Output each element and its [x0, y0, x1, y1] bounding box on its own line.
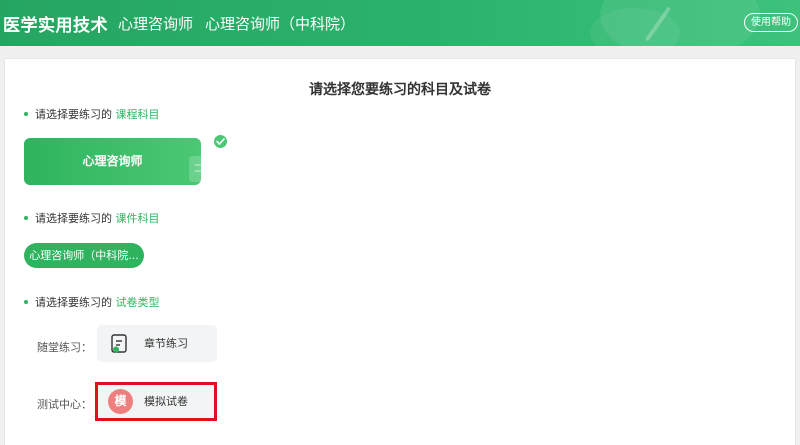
- section-heading-paper-type: 请选择要练习的 试卷类型: [24, 294, 160, 310]
- mock-exam-label: 模拟试卷: [144, 395, 188, 408]
- top-header: 医学实用技术 心理咨询师 心理咨询师（中科院） 使用帮助: [0, 0, 800, 46]
- selected-check-icon: [212, 133, 229, 150]
- app-title: 医学实用技术: [3, 16, 108, 36]
- section-prefix: 请选择要练习的: [35, 212, 112, 225]
- section-prefix: 请选择要练习的: [35, 296, 112, 309]
- breadcrumb-course[interactable]: 心理咨询师（中科院）: [205, 13, 355, 34]
- bullet-dot-icon: [24, 216, 28, 220]
- chapter-practice-label: 章节练习: [144, 337, 188, 350]
- mock-exam-badge-icon: 模: [108, 389, 133, 414]
- mock-exam-card[interactable]: 模 模拟试卷: [97, 383, 217, 420]
- document-icon: [111, 334, 127, 353]
- row-label-practice: 随堂练习：: [37, 341, 92, 354]
- subject-card-label: 心理咨询师: [82, 154, 143, 168]
- card-decoration-icon: [189, 156, 219, 182]
- section-heading-courseware: 请选择要练习的 课件科目: [24, 210, 160, 226]
- section-highlight: 试卷类型: [115, 296, 160, 309]
- page-title: 请选择您要练习的科目及试卷: [309, 82, 491, 98]
- bullet-dot-icon: [24, 300, 28, 304]
- bullet-dot-icon: [24, 112, 28, 116]
- section-heading-subject: 请选择要练习的 课程科目: [24, 106, 160, 122]
- chapter-practice-card[interactable]: 章节练习: [97, 325, 217, 362]
- section-prefix: 请选择要练习的: [35, 108, 112, 121]
- subject-card[interactable]: 心理咨询师: [24, 133, 229, 185]
- help-button[interactable]: 使用帮助: [744, 13, 798, 32]
- section-highlight: 课程科目: [115, 108, 160, 121]
- course-option[interactable]: 心理咨询师（中科院...: [24, 243, 144, 268]
- section-highlight: 课件科目: [115, 212, 160, 225]
- breadcrumb-subject[interactable]: 心理咨询师: [118, 13, 193, 34]
- row-label-test-center: 测试中心：: [37, 398, 92, 411]
